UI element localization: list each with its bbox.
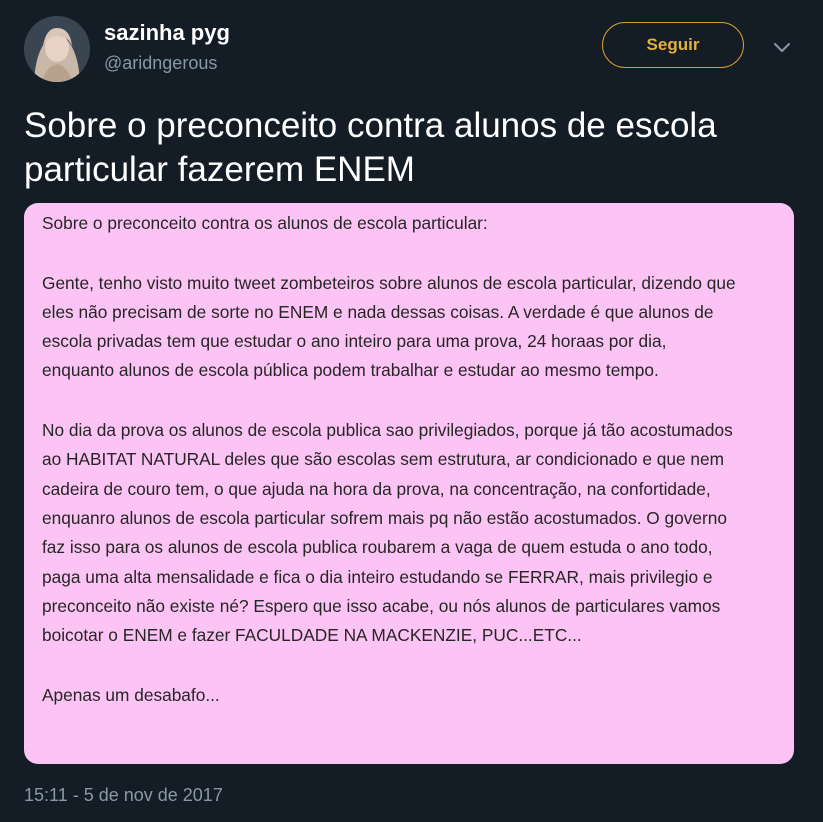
image-text-line: boicotar o ENEM e fazer FACULDADE NA MAC… <box>42 625 582 645</box>
image-text-line: paga uma alta mensalidade e fica o dia i… <box>42 567 713 587</box>
image-text-line: escola privadas tem que estudar o ano in… <box>42 331 667 351</box>
image-text-line: ao HABITAT NATURAL deles que são escolas… <box>42 449 724 469</box>
image-text-line: preconceito não existe né? Espero que is… <box>42 596 721 616</box>
chevron-down-icon[interactable] <box>770 38 794 58</box>
image-text-line: enquanro alunos de escola particular sof… <box>42 508 727 528</box>
tweet-image[interactable]: Sobre o preconceito contra os alunos de … <box>24 203 794 764</box>
image-text-line: Apenas um desabafo... <box>42 685 220 705</box>
user-handle[interactable]: @aridngerous <box>104 53 217 74</box>
tweet-text: Sobre o preconceito contra alunos de esc… <box>24 106 717 189</box>
image-text-line: cadeira de couro tem, o que ajuda na hor… <box>42 479 711 499</box>
image-text-line: Gente, tenho visto muito tweet zombeteir… <box>42 273 736 293</box>
image-text-line: No dia da prova os alunos de escola publ… <box>42 420 733 440</box>
image-text-line: enquanto alunos de escola pública podem … <box>42 360 659 380</box>
image-text-line: eles não precisam de sorte no ENEM e nad… <box>42 302 714 322</box>
avatar[interactable] <box>24 16 90 82</box>
user-name[interactable]: sazinha pyg <box>104 20 230 46</box>
tweet-timestamp[interactable]: 15:11 - 5 de nov de 2017 <box>24 785 223 806</box>
image-text-line: Sobre o preconceito contra os alunos de … <box>42 213 488 233</box>
follow-button[interactable]: Seguir <box>602 22 744 68</box>
image-text-line: faz isso para os alunos de escola public… <box>42 537 713 557</box>
